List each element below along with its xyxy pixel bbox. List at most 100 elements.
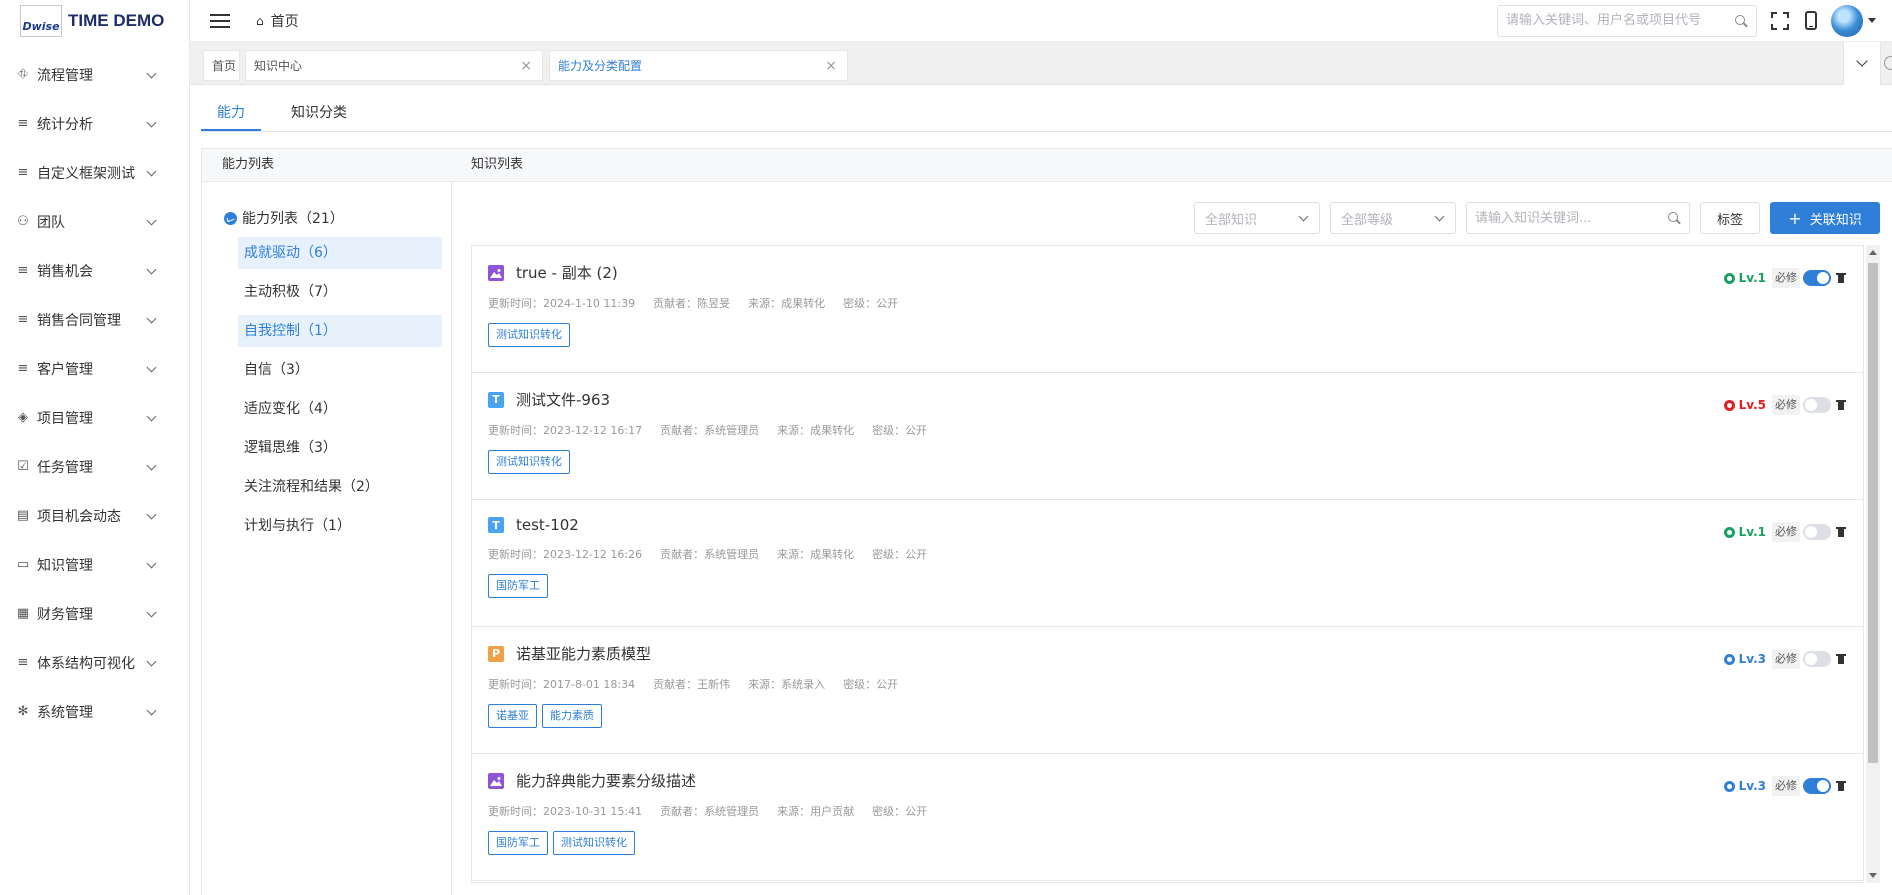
trash-icon[interactable]: [1836, 400, 1846, 410]
scroll-down-icon[interactable]: [1869, 873, 1877, 878]
meta-source: 来源：成果转化: [748, 297, 826, 310]
tab-capability[interactable]: 能力: [201, 98, 261, 131]
capability-item[interactable]: 适应变化（4）: [238, 393, 442, 425]
required-toggle[interactable]: [1803, 524, 1831, 540]
sidebar-item[interactable]: ◈ 项目管理: [0, 393, 189, 442]
tag-chip[interactable]: 测试知识转化: [553, 831, 635, 855]
sidebar-item[interactable]: ⚇ 团队: [0, 197, 189, 246]
chevron-down-icon[interactable]: [145, 412, 157, 424]
menu-toggle-icon[interactable]: [210, 13, 230, 28]
required-toggle[interactable]: [1803, 397, 1831, 413]
tree-root[interactable]: 能力列表（21）: [224, 208, 451, 228]
capability-item[interactable]: 计划与执行（1）: [238, 510, 442, 542]
tag-chip[interactable]: 测试知识转化: [488, 323, 570, 347]
page-tab-capability-config[interactable]: 能力及分类配置 ×: [549, 50, 848, 81]
logo[interactable]: Dwise TIME DEMO: [0, 0, 189, 42]
capability-item[interactable]: 成就驱动（6）: [238, 237, 442, 269]
capability-item[interactable]: 逻辑思维（3）: [238, 432, 442, 464]
required-toggle[interactable]: [1803, 651, 1831, 667]
chevron-down-icon[interactable]: [145, 69, 157, 81]
keyword-search-input[interactable]: [1475, 210, 1667, 226]
menu-icon: ≡: [17, 655, 29, 670]
search-icon[interactable]: [1667, 211, 1681, 225]
sidebar-item[interactable]: ▤ 项目机会动态: [0, 491, 189, 540]
tag-chip[interactable]: 能力素质: [542, 704, 602, 728]
sidebar-item[interactable]: ≡ 体系结构可视化: [0, 638, 189, 687]
scroll-thumb[interactable]: [1868, 263, 1878, 763]
knowledge-title[interactable]: true - 副本 (2): [516, 262, 618, 283]
sidebar-item-label: 团队: [37, 214, 65, 231]
capability-item[interactable]: 主动积极（7）: [238, 276, 442, 308]
trash-icon[interactable]: [1836, 527, 1846, 537]
capability-item[interactable]: 关注流程和结果（2）: [238, 471, 442, 503]
level-filter-select[interactable]: 全部等级: [1330, 202, 1456, 234]
tag-button[interactable]: 标签: [1700, 202, 1760, 234]
trend-icon: [224, 211, 237, 225]
chevron-down-icon[interactable]: [145, 216, 157, 228]
scroll-up-icon[interactable]: [1869, 250, 1877, 255]
avatar[interactable]: [1831, 4, 1863, 37]
tab-knowledge-category[interactable]: 知识分类: [289, 98, 349, 131]
tag-chip[interactable]: 国防军工: [488, 831, 548, 855]
search-icon[interactable]: [1734, 14, 1748, 28]
chevron-down-icon[interactable]: [145, 510, 157, 522]
breadcrumb[interactable]: ⌂ 首页: [256, 11, 299, 31]
page-tab-home[interactable]: 首页: [203, 50, 240, 81]
knowledge-title[interactable]: 能力辞典能力要素分级描述: [516, 770, 696, 791]
sidebar-item[interactable]: ☑ 任务管理: [0, 442, 189, 491]
capability-item[interactable]: 自我控制（1）: [238, 315, 442, 347]
required-toggle[interactable]: [1803, 270, 1831, 286]
scrollbar[interactable]: [1866, 245, 1880, 883]
sidebar-item[interactable]: ≡ 统计分析: [0, 99, 189, 148]
mobile-icon[interactable]: [1805, 11, 1817, 30]
required-toggle[interactable]: [1803, 778, 1831, 794]
knowledge-actions: Lv.3 必修: [1723, 776, 1846, 796]
knowledge-item[interactable]: P 诺基亚能力素质模型 更新时间：2017-8-01 18:34 贡献者：王新伟 来源：…: [472, 627, 1863, 754]
sidebar-item[interactable]: ≡ 销售合同管理: [0, 295, 189, 344]
fullscreen-icon[interactable]: [1771, 11, 1789, 30]
sidebar-item[interactable]: ≡ 自定义框架测试: [0, 148, 189, 197]
sidebar-item-label: 知识管理: [37, 557, 93, 574]
sidebar-item[interactable]: ✻ 系统管理: [0, 687, 189, 736]
trash-icon[interactable]: [1836, 781, 1846, 791]
sidebar-item[interactable]: ▭ 知识管理: [0, 540, 189, 589]
link-knowledge-button[interactable]: + 关联知识: [1770, 202, 1880, 234]
sidebar-item[interactable]: ⛗ 流程管理: [0, 50, 189, 99]
chevron-down-icon[interactable]: [145, 118, 157, 130]
tag-chip[interactable]: 测试知识转化: [488, 450, 570, 474]
knowledge-title[interactable]: 测试文件-963: [516, 389, 610, 410]
tree-root-label: 能力列表（21）: [242, 211, 344, 227]
chevron-down-icon[interactable]: [145, 265, 157, 277]
sidebar-item[interactable]: ▦ 财务管理: [0, 589, 189, 638]
knowledge-item[interactable]: T 测试文件-963 更新时间：2023-12-12 16:17 贡献者：系统管理员 来…: [472, 373, 1863, 500]
knowledge-item[interactable]: true - 副本 (2) 更新时间：2024-1-10 11:39 贡献者：陈昱旻…: [472, 246, 1863, 373]
page-tab-knowledge-center[interactable]: 知识中心 ×: [245, 50, 543, 81]
knowledge-title[interactable]: test-102: [516, 516, 579, 534]
trash-icon[interactable]: [1836, 654, 1846, 664]
chevron-down-icon[interactable]: [145, 559, 157, 571]
tabs-dropdown-icon[interactable]: [1843, 42, 1881, 85]
chevron-down-icon[interactable]: [145, 314, 157, 326]
trash-icon[interactable]: [1836, 273, 1846, 283]
close-icon[interactable]: ×: [825, 58, 837, 74]
chevron-down-icon[interactable]: [145, 461, 157, 473]
knowledge-item[interactable]: Ttest-102 更新时间：2023-12-12 16:26 贡献者：系统管理员 来…: [472, 500, 1863, 627]
chevron-down-icon[interactable]: [145, 167, 157, 179]
knowledge-filter-select[interactable]: 全部知识: [1194, 202, 1320, 234]
tag-chip[interactable]: 诺基亚: [488, 704, 537, 728]
sidebar-item[interactable]: ≡ 销售机会: [0, 246, 189, 295]
chevron-down-icon[interactable]: [145, 363, 157, 375]
caret-down-icon[interactable]: [1868, 18, 1876, 23]
more-icon[interactable]: [1884, 56, 1892, 70]
chevron-down-icon[interactable]: [145, 706, 157, 718]
tag-chip[interactable]: 国防军工: [488, 574, 548, 598]
knowledge-title[interactable]: 诺基亚能力素质模型: [516, 643, 651, 664]
sidebar-item-label: 自定义框架测试: [37, 165, 135, 182]
global-search-input[interactable]: [1506, 13, 1734, 28]
capability-item[interactable]: 自信（3）: [238, 354, 442, 386]
knowledge-item[interactable]: 能力辞典能力要素分级描述 更新时间：2023-10-31 15:41 贡献者：系统管…: [472, 754, 1863, 881]
chevron-down-icon[interactable]: [145, 608, 157, 620]
sidebar-item[interactable]: ≡ 客户管理: [0, 344, 189, 393]
close-icon[interactable]: ×: [520, 58, 532, 74]
chevron-down-icon[interactable]: [145, 657, 157, 669]
